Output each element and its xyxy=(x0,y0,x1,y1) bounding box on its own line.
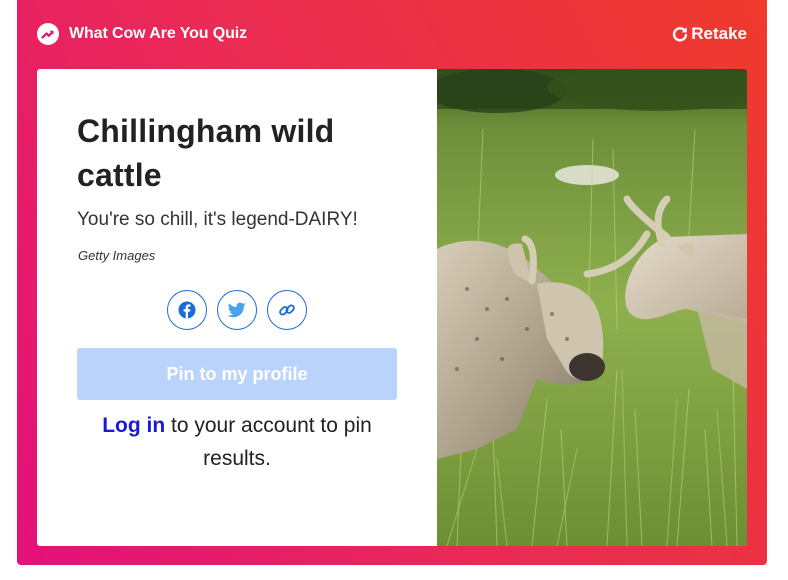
share-facebook-button[interactable] xyxy=(167,290,207,330)
result-title: Chillingham wild cattle xyxy=(77,113,335,193)
retake-label: Retake xyxy=(691,24,747,43)
quiz-title: What Cow Are You Quiz xyxy=(69,25,248,42)
share-buttons xyxy=(167,290,307,330)
quiz-result-card: What Cow Are You Quiz Retake Chillingham… xyxy=(17,0,767,565)
quiz-header: What Cow Are You Quiz Retake xyxy=(17,0,767,69)
retake-button[interactable]: Retake xyxy=(671,24,747,44)
pin-to-profile-button[interactable]: Pin to my profile xyxy=(77,348,397,400)
share-twitter-button[interactable] xyxy=(217,290,257,330)
trending-arrow-icon xyxy=(37,23,59,45)
twitter-icon xyxy=(228,302,246,318)
result-description: You're so chill, it's legend-DAIRY! xyxy=(77,209,358,230)
result-photo xyxy=(437,69,747,546)
login-prompt: Log in to your account to pin results. xyxy=(77,409,397,475)
refresh-icon xyxy=(673,27,688,42)
result-panel: Chillingham wild cattle You're so chill,… xyxy=(37,69,747,546)
facebook-icon xyxy=(178,301,196,319)
photo-credit: Getty Images xyxy=(78,248,156,263)
link-icon xyxy=(279,304,295,316)
result-info: Chillingham wild cattle You're so chill,… xyxy=(37,69,437,546)
copy-link-button[interactable] xyxy=(267,290,307,330)
login-link[interactable]: Log in xyxy=(102,414,165,437)
cattle-photo xyxy=(437,69,747,546)
login-prompt-text: to your account to pin results. xyxy=(165,414,372,470)
